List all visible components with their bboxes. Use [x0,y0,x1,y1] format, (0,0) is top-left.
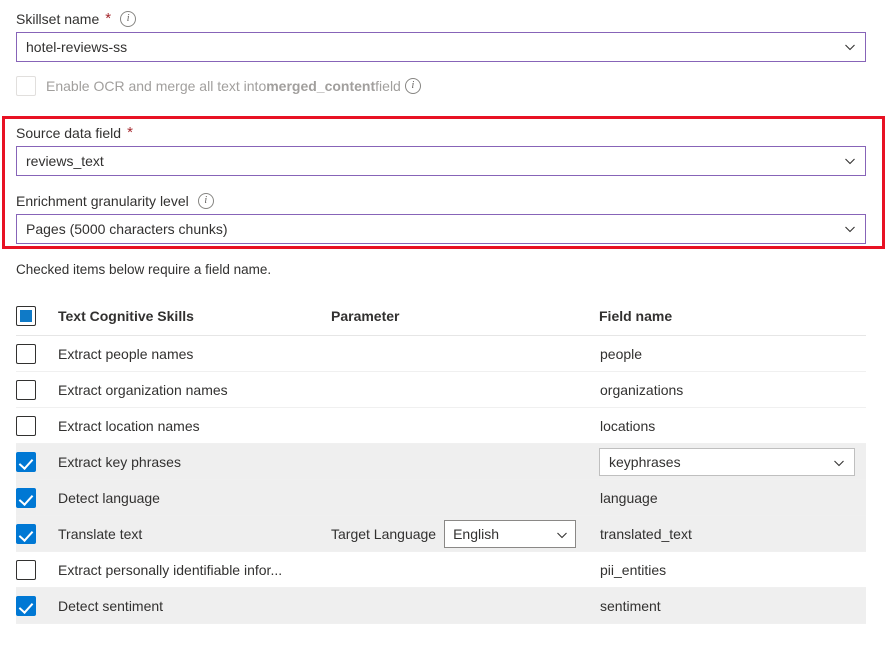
skill-checkbox[interactable] [16,344,36,364]
enrichment-granularity-label: Enrichment granularity level i [16,192,214,210]
column-header-skills: Text Cognitive Skills [58,308,331,324]
select-all-cell[interactable] [16,306,58,326]
enable-ocr-text-after: field [375,78,401,94]
field-name-text: people [599,346,642,362]
skill-name: Extract location names [58,418,331,434]
skill-checkbox-cell[interactable] [16,524,58,544]
chevron-down-icon [844,223,856,235]
skill-checkbox[interactable] [16,560,36,580]
info-icon[interactable]: i [198,193,214,209]
skill-checkbox[interactable] [16,380,36,400]
skill-checkbox-cell[interactable] [16,380,58,400]
field-name-cell: organizations [599,382,866,398]
cognitive-skills-table: Text Cognitive Skills Parameter Field na… [16,296,866,624]
chevron-down-icon [844,41,856,53]
field-name-input[interactable]: keyphrases [599,448,855,476]
table-row[interactable]: Detect sentiment sentiment [16,588,866,624]
skill-checkbox[interactable] [16,452,36,472]
skillset-name-label: Skillset name * i [16,10,136,28]
field-name-value: keyphrases [609,454,681,470]
skill-checkbox-cell[interactable] [16,596,58,616]
field-name-cell: language [599,490,866,506]
field-name-cell[interactable]: keyphrases [599,448,866,476]
field-name-cell: people [599,346,866,362]
field-name-cell: sentiment [599,598,866,614]
skill-checkbox-cell[interactable] [16,344,58,364]
skill-name: Extract personally identifiable infor... [58,562,331,578]
table-row[interactable]: Translate textTarget Language English tran… [16,516,866,552]
field-name-text: language [599,490,658,506]
table-row[interactable]: Extract organization names organizations [16,372,866,408]
field-name-text: locations [599,418,655,434]
source-data-field-label-text: Source data field [16,124,121,142]
enable-ocr-row[interactable]: Enable OCR and merge all text into merge… [16,76,421,96]
enable-ocr-checkbox [16,76,36,96]
skill-name: Extract organization names [58,382,331,398]
skill-name: Detect sentiment [58,598,331,614]
enable-ocr-text-before: Enable OCR and merge all text into [46,78,266,94]
field-name-text: pii_entities [599,562,666,578]
skill-checkbox-cell[interactable] [16,452,58,472]
column-header-parameter: Parameter [331,308,599,324]
source-data-field-label: Source data field * [16,124,133,142]
chevron-down-icon [556,528,568,540]
merged-content-field-name: merged_content [266,78,375,94]
table-row[interactable]: Extract key phrases keyphrases [16,444,866,480]
skill-parameter-cell[interactable]: Target Language English [331,520,599,548]
parameter-label: Target Language [331,526,436,542]
skillset-name-input[interactable]: hotel-reviews-ss [16,32,866,62]
source-data-field-select[interactable]: reviews_text [16,146,866,176]
required-asterisk: * [105,12,111,26]
field-name-requirement-note: Checked items below require a field name… [16,262,271,277]
skill-checkbox[interactable] [16,416,36,436]
enrichment-granularity-value: Pages (5000 characters chunks) [26,221,228,237]
skill-checkbox[interactable] [16,524,36,544]
enable-ocr-label: Enable OCR and merge all text into merge… [46,78,421,94]
field-name-text: sentiment [599,598,661,614]
select-all-checkbox[interactable] [16,306,36,326]
skill-checkbox-cell[interactable] [16,560,58,580]
field-name-text: translated_text [599,526,692,542]
enrichment-granularity-label-text: Enrichment granularity level [16,192,189,210]
skill-name: Translate text [58,526,331,542]
info-icon[interactable]: i [405,78,421,94]
skill-name: Extract key phrases [58,454,331,470]
skillset-name-value: hotel-reviews-ss [26,39,127,55]
field-name-cell: locations [599,418,866,434]
required-asterisk: * [127,126,133,140]
table-row[interactable]: Extract personally identifiable infor...… [16,552,866,588]
skill-checkbox-cell[interactable] [16,416,58,436]
skill-name: Detect language [58,490,331,506]
table-row[interactable]: Detect language language [16,480,866,516]
chevron-down-icon [844,155,856,167]
skill-checkbox-cell[interactable] [16,488,58,508]
source-data-field-value: reviews_text [26,153,104,169]
column-header-field-name: Field name [599,308,866,324]
field-name-text: organizations [599,382,683,398]
target-language-select[interactable]: English [444,520,576,548]
field-name-cell: translated_text [599,526,866,542]
skill-checkbox[interactable] [16,488,36,508]
table-row[interactable]: Extract people names people [16,336,866,372]
chevron-down-icon [833,456,845,468]
skill-checkbox[interactable] [16,596,36,616]
enrichment-granularity-select[interactable]: Pages (5000 characters chunks) [16,214,866,244]
skill-name: Extract people names [58,346,331,362]
target-language-value: English [453,526,499,542]
info-icon[interactable]: i [120,11,136,27]
table-row[interactable]: Extract location names locations [16,408,866,444]
skillset-name-label-text: Skillset name [16,10,99,28]
table-header-row: Text Cognitive Skills Parameter Field na… [16,296,866,336]
field-name-cell: pii_entities [599,562,866,578]
